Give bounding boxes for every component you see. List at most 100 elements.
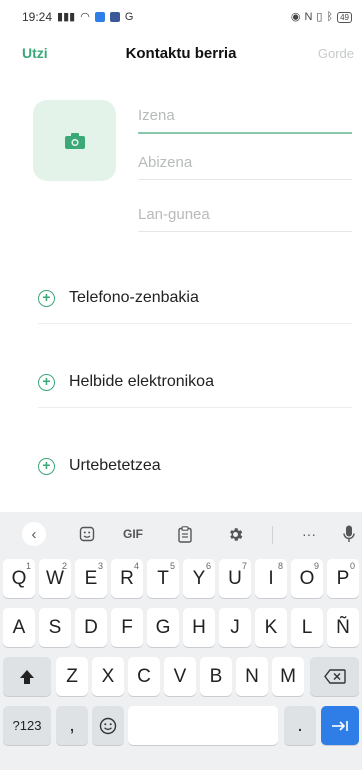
key-l[interactable]: L (291, 608, 323, 647)
settings-button[interactable] (222, 512, 248, 556)
company-field[interactable]: Lan-gunea (138, 194, 352, 232)
plus-circle-icon: + (38, 289, 55, 307)
key-x[interactable]: X (92, 657, 124, 696)
key-t[interactable]: T5 (147, 559, 179, 598)
space-key[interactable] (128, 706, 278, 745)
key-b[interactable]: B (200, 657, 232, 696)
cancel-button[interactable]: Utzi (22, 45, 48, 61)
key-number-hint: 2 (61, 561, 67, 571)
sticker-icon (79, 526, 95, 542)
key-h[interactable]: H (183, 608, 215, 647)
add-birthday-label: Urtebetetzea (69, 457, 161, 474)
page-title: Kontaktu berria (125, 44, 237, 62)
toolbar-back-button[interactable]: ‹ (20, 512, 48, 556)
app-bar: Utzi Kontaktu berria Gorde (0, 34, 362, 72)
status-bar: 19:24 ▮▮▮ ◠ G ◉ N ▯ ᛒ 49 (0, 0, 362, 34)
key-f[interactable]: F (111, 608, 143, 647)
key-w[interactable]: W2 (39, 559, 71, 598)
gif-button[interactable]: GIF (118, 512, 148, 556)
key-label: Y (192, 567, 206, 589)
more-button[interactable]: ··· (294, 512, 324, 556)
next-key[interactable] (321, 706, 359, 745)
toolbar-divider (272, 526, 273, 544)
nfc-icon: N (304, 10, 313, 23)
vibrate-icon: ▯ (316, 10, 323, 23)
key-s[interactable]: S (39, 608, 71, 647)
key-number-hint: 8 (277, 561, 283, 571)
key-label: E (84, 567, 98, 589)
backspace-key[interactable] (310, 657, 359, 696)
battery-icon: 49 (337, 11, 352, 23)
comma-key[interactable]: , (56, 706, 88, 745)
shift-key[interactable] (3, 657, 51, 696)
key-y[interactable]: Y6 (183, 559, 215, 598)
key-number-hint: 9 (313, 561, 319, 571)
key-p[interactable]: P0 (327, 559, 359, 598)
plus-circle-icon: + (38, 373, 55, 391)
clipboard-button[interactable] (172, 512, 198, 556)
key-e[interactable]: E3 (75, 559, 107, 598)
backspace-icon (323, 669, 346, 684)
key-m[interactable]: M (272, 657, 304, 696)
key-number-hint: 0 (349, 561, 355, 571)
emoji-key[interactable] (92, 706, 124, 745)
voice-input-button[interactable] (338, 512, 360, 556)
key-r[interactable]: R4 (111, 559, 143, 598)
key-number-hint: 5 (169, 561, 175, 571)
key-u[interactable]: U7 (219, 559, 251, 598)
add-email-row[interactable]: + Helbide elektronikoa (0, 356, 362, 408)
key-number-hint: 6 (205, 561, 211, 571)
key-number-hint: 1 (25, 561, 31, 571)
signal-icon: ▮▮▮ (57, 10, 76, 23)
plus-circle-icon: + (38, 457, 55, 475)
clipboard-icon (178, 525, 192, 543)
sticker-button[interactable] (74, 512, 100, 556)
key-g[interactable]: G (147, 608, 179, 647)
last-name-field[interactable]: Abizena (138, 142, 352, 180)
eye-icon: ◉ (290, 10, 301, 23)
tab-next-icon (332, 720, 348, 731)
symbols-key[interactable]: ?123 (3, 706, 51, 745)
key-label: I (268, 567, 274, 589)
camera-icon (64, 132, 85, 149)
key-label: Q (11, 567, 27, 589)
period-key[interactable]: . (284, 706, 316, 745)
keyboard-toolbar: ‹ GIF ··· (0, 512, 362, 556)
key-c[interactable]: C (128, 657, 160, 696)
add-photo-button[interactable] (33, 100, 116, 181)
key-number-hint: 4 (133, 561, 139, 571)
key-o[interactable]: O9 (291, 559, 323, 598)
wifi-icon: ◠ (80, 10, 90, 23)
key-z[interactable]: Z (56, 657, 88, 696)
first-name-field[interactable]: Izena (138, 96, 352, 134)
add-email-label: Helbide elektronikoa (69, 373, 214, 390)
key-n[interactable]: N (236, 657, 268, 696)
divider (38, 407, 352, 408)
key-label: T (157, 567, 169, 589)
key-number-hint: 7 (241, 561, 247, 571)
key-v[interactable]: V (164, 657, 196, 696)
app-notification-icon (94, 12, 105, 22)
key-a[interactable]: A (3, 608, 35, 647)
bluetooth-icon: ᛒ (326, 10, 334, 23)
key-label: U (228, 567, 242, 589)
key-k[interactable]: K (255, 608, 287, 647)
key-label: R (120, 567, 134, 589)
emoji-icon (99, 717, 117, 734)
key-j[interactable]: J (219, 608, 251, 647)
key-q[interactable]: Q1 (3, 559, 35, 598)
status-right: ◉ N ▯ ᛒ 49 (290, 10, 352, 23)
g-icon: G (124, 10, 134, 23)
keyboard: ‹ GIF ··· Q 1 W 2 E 3 R 4 T 5 Y 6 U 7 I … (0, 512, 362, 770)
add-phone-number-label: Telefono-zenbakia (69, 289, 199, 306)
key-enye[interactable]: Ñ (327, 608, 359, 647)
save-button[interactable]: Gorde (318, 46, 354, 61)
add-birthday-row[interactable]: + Urtebetetzea (0, 440, 362, 492)
key-d[interactable]: D (75, 608, 107, 647)
status-time: 19:24 (22, 10, 53, 24)
key-i[interactable]: I8 (255, 559, 287, 598)
key-number-hint: 3 (97, 561, 103, 571)
status-left: 19:24 ▮▮▮ ◠ G (22, 10, 133, 24)
add-phone-number-row[interactable]: + Telefono-zenbakia (0, 272, 362, 324)
facebook-icon (109, 12, 120, 22)
